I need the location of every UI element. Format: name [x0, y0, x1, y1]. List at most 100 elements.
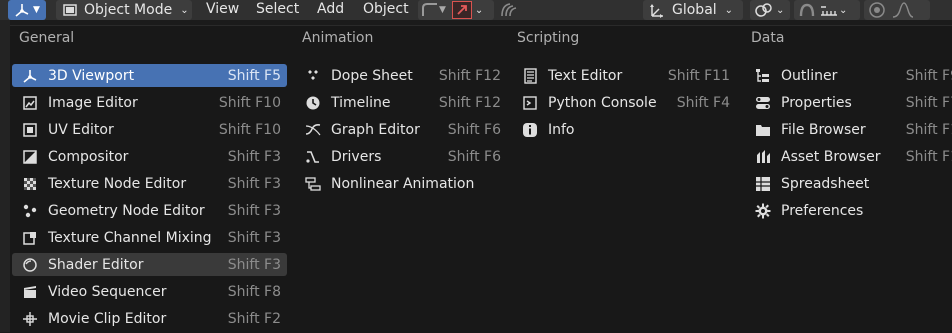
compositor-icon	[21, 148, 39, 166]
menu-item-info[interactable]: Info	[512, 118, 736, 141]
menu-item-timeline[interactable]: Timeline Shift F12	[295, 91, 507, 114]
menu-item-shortcut: Shift F3	[227, 148, 281, 165]
menu-item-shortcut: Shift F10	[218, 121, 281, 138]
snapping-group[interactable]: ⌄	[794, 0, 860, 20]
menu-item-label: Video Sequencer	[48, 283, 167, 300]
menu-item-texture-channel-mixing[interactable]: Texture Channel Mixing Shift F3	[12, 226, 287, 249]
menu-item-shortcut: Shift F3	[227, 202, 281, 219]
snap-icon[interactable]	[451, 1, 472, 19]
menu-item-geometry-node-editor[interactable]: Geometry Node Editor Shift F3	[12, 199, 287, 222]
column-header-animation: Animation	[302, 30, 374, 46]
menu-item-3d-viewport[interactable]: 3D Viewport Shift F5	[12, 64, 287, 87]
snap-toggle-group[interactable]: ▼ ⌄	[418, 0, 494, 20]
menu-item-spreadsheet[interactable]: Spreadsheet	[745, 172, 952, 195]
menu-item-shader-editor[interactable]: Shader Editor Shift F3	[12, 253, 287, 276]
menu-item-label: Info	[548, 121, 575, 138]
python-console-icon	[521, 94, 539, 112]
magnet-icon[interactable]	[797, 2, 817, 18]
menu-item-nonlinear-animation[interactable]: Nonlinear Animation	[295, 172, 507, 195]
menu-item-outliner[interactable]: Outliner Shift F9	[745, 64, 952, 87]
menu-item-dope-sheet[interactable]: Dope Sheet Shift F12	[295, 64, 507, 87]
menu-object[interactable]: Object	[363, 0, 409, 20]
menu-item-shortcut: Shift F1	[905, 148, 952, 165]
texture-node-icon	[21, 175, 39, 193]
movie-clip-icon	[21, 310, 39, 328]
menu-item-shortcut: Shift F12	[438, 67, 501, 84]
nla-icon	[304, 175, 322, 193]
object-mode-icon	[62, 2, 78, 18]
menu-item-image-editor[interactable]: Image Editor Shift F10	[12, 91, 287, 114]
menu-item-graph-editor[interactable]: Graph Editor Shift F6	[295, 118, 507, 141]
menu-view[interactable]: View	[206, 0, 239, 20]
menu-item-label: File Browser	[781, 121, 866, 138]
menu-item-shortcut: Shift F3	[227, 175, 281, 192]
menu-item-texture-node-editor[interactable]: Texture Node Editor Shift F3	[12, 172, 287, 195]
file-browser-icon	[754, 121, 772, 139]
column-header-data: Data	[751, 30, 785, 46]
menu-item-shortcut: Shift F9	[905, 67, 952, 84]
object-mode-label: Object Mode	[84, 2, 173, 18]
menu-item-label: Graph Editor	[331, 121, 420, 138]
orientation-label: Global	[672, 2, 717, 18]
proportional-falloff-group[interactable]	[864, 0, 930, 20]
outliner-icon	[754, 67, 772, 85]
image-editor-icon	[21, 94, 39, 112]
texture-channel-icon	[21, 229, 39, 247]
menu-item-python-console[interactable]: Python Console Shift F4	[512, 91, 736, 114]
chevron-down-icon: ⌄	[776, 4, 785, 16]
menu-item-label: Properties	[781, 94, 852, 111]
pivot-point-dropdown[interactable]: ⌄	[750, 0, 790, 20]
menu-add[interactable]: Add	[317, 0, 344, 20]
chevron-down-icon: ⌄	[839, 4, 848, 16]
timeline-icon	[304, 94, 322, 112]
pivot-icon	[754, 2, 774, 18]
asset-browser-icon	[754, 148, 772, 166]
menu-item-label: Asset Browser	[781, 148, 881, 165]
menu-item-shortcut: Shift F7	[905, 94, 952, 111]
transform-icon	[421, 2, 439, 18]
menu-item-label: Texture Node Editor	[48, 175, 187, 192]
menu-item-preferences[interactable]: Preferences	[745, 199, 952, 222]
shader-editor-icon	[21, 256, 39, 274]
menu-item-shortcut: Shift F1	[905, 121, 952, 138]
chevron-down-icon: ⌄	[474, 4, 484, 16]
left-edge-panel	[0, 20, 10, 332]
object-mode-dropdown[interactable]: Object Mode ⌄	[56, 0, 192, 20]
menu-select[interactable]: Select	[256, 0, 299, 20]
menu-item-label: Dope Sheet	[331, 67, 413, 84]
orientation-dropdown[interactable]: Global ⌄	[643, 0, 743, 20]
spreadsheet-icon	[754, 175, 772, 193]
column-header-scripting: Scripting	[517, 30, 580, 46]
menu-item-label: 3D Viewport	[48, 67, 135, 84]
menu-item-shortcut: Shift F4	[676, 94, 730, 111]
menu-item-label: Movie Clip Editor	[48, 310, 167, 327]
proportional-circle-icon[interactable]	[868, 1, 886, 19]
drivers-icon	[304, 148, 322, 166]
viewport-3d-icon	[21, 67, 39, 85]
menu-item-drivers[interactable]: Drivers Shift F6	[295, 145, 507, 168]
menu-item-label: Texture Channel Mixing	[48, 229, 212, 246]
menu-item-shortcut: Shift F3	[227, 229, 281, 246]
menu-item-label: Python Console	[548, 94, 657, 111]
chevron-down-icon: ⌄	[724, 4, 734, 16]
menu-item-file-browser[interactable]: File Browser Shift F1	[745, 118, 952, 141]
menu-item-compositor[interactable]: Compositor Shift F3	[12, 145, 287, 168]
properties-icon	[754, 94, 772, 112]
menu-item-label: UV Editor	[48, 121, 114, 138]
editor-type-button[interactable]: ▼	[8, 0, 46, 20]
menu-item-asset-browser[interactable]: Asset Browser Shift F1	[745, 145, 952, 168]
menu-item-shortcut: Shift F8	[227, 283, 281, 300]
menu-item-label: Preferences	[781, 202, 864, 219]
menu-item-uv-editor[interactable]: UV Editor Shift F10	[12, 118, 287, 141]
header-bar: ▼ Object Mode ⌄ View Select Add Object ▼…	[0, 0, 952, 20]
chevron-down-icon: ⌄	[180, 4, 189, 16]
dope-sheet-icon	[304, 67, 322, 85]
menu-item-movie-clip-editor[interactable]: Movie Clip Editor Shift F2	[12, 307, 287, 330]
text-editor-icon	[521, 67, 539, 85]
menu-item-properties[interactable]: Properties Shift F7	[745, 91, 952, 114]
orientation-icon	[649, 2, 665, 18]
menu-item-text-editor[interactable]: Text Editor Shift F11	[512, 64, 736, 87]
menu-item-label: Compositor	[48, 148, 129, 165]
menu-item-video-sequencer[interactable]: Video Sequencer Shift F8	[12, 280, 287, 303]
proportional-edit-icon[interactable]	[498, 0, 522, 20]
